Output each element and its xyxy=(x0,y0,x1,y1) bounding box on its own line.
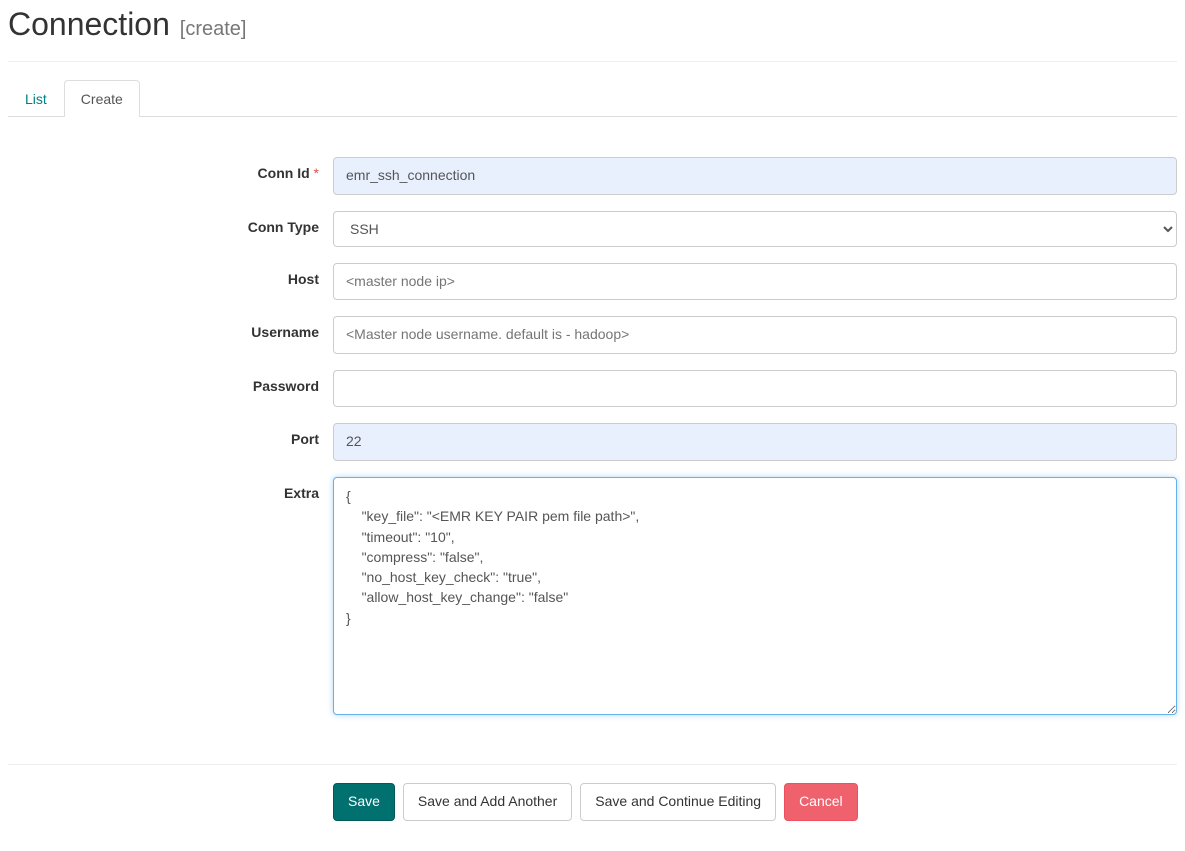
extra-textarea[interactable]: { "key_file": "<EMR KEY PAIR pem file pa… xyxy=(333,477,1177,715)
row-extra: Extra { "key_file": "<EMR KEY PAIR pem f… xyxy=(8,477,1177,718)
page-header: Connection [create] xyxy=(8,0,1177,62)
tab-list[interactable]: List xyxy=(8,80,64,117)
row-password: Password xyxy=(8,370,1177,408)
host-input[interactable] xyxy=(333,263,1177,301)
password-input[interactable] xyxy=(333,370,1177,408)
tabs-container: List Create xyxy=(8,80,1177,117)
label-port: Port xyxy=(8,423,333,447)
username-input[interactable] xyxy=(333,316,1177,354)
row-host: Host xyxy=(8,263,1177,301)
port-input[interactable] xyxy=(333,423,1177,461)
label-username: Username xyxy=(8,316,333,340)
save-continue-button[interactable]: Save and Continue Editing xyxy=(580,783,776,821)
form-area: Conn Id Conn Type SSH Host Username xyxy=(8,117,1177,754)
conn-type-select[interactable]: SSH xyxy=(333,211,1177,247)
page-subtitle: [create] xyxy=(180,18,247,40)
label-password: Password xyxy=(8,370,333,394)
label-host: Host xyxy=(8,263,333,287)
label-extra: Extra xyxy=(8,477,333,501)
page-title: Connection xyxy=(8,6,170,42)
row-username: Username xyxy=(8,316,1177,354)
label-conn-type: Conn Type xyxy=(8,211,333,235)
label-conn-id: Conn Id xyxy=(8,157,333,181)
cancel-button[interactable]: Cancel xyxy=(784,783,858,821)
conn-id-input[interactable] xyxy=(333,157,1177,195)
row-conn-id: Conn Id xyxy=(8,157,1177,195)
divider xyxy=(8,764,1177,765)
row-port: Port xyxy=(8,423,1177,461)
button-row: Save Save and Add Another Save and Conti… xyxy=(8,783,1177,851)
row-conn-type: Conn Type SSH xyxy=(8,211,1177,247)
save-add-another-button[interactable]: Save and Add Another xyxy=(403,783,572,821)
save-button[interactable]: Save xyxy=(333,783,395,821)
tab-create[interactable]: Create xyxy=(64,80,140,117)
